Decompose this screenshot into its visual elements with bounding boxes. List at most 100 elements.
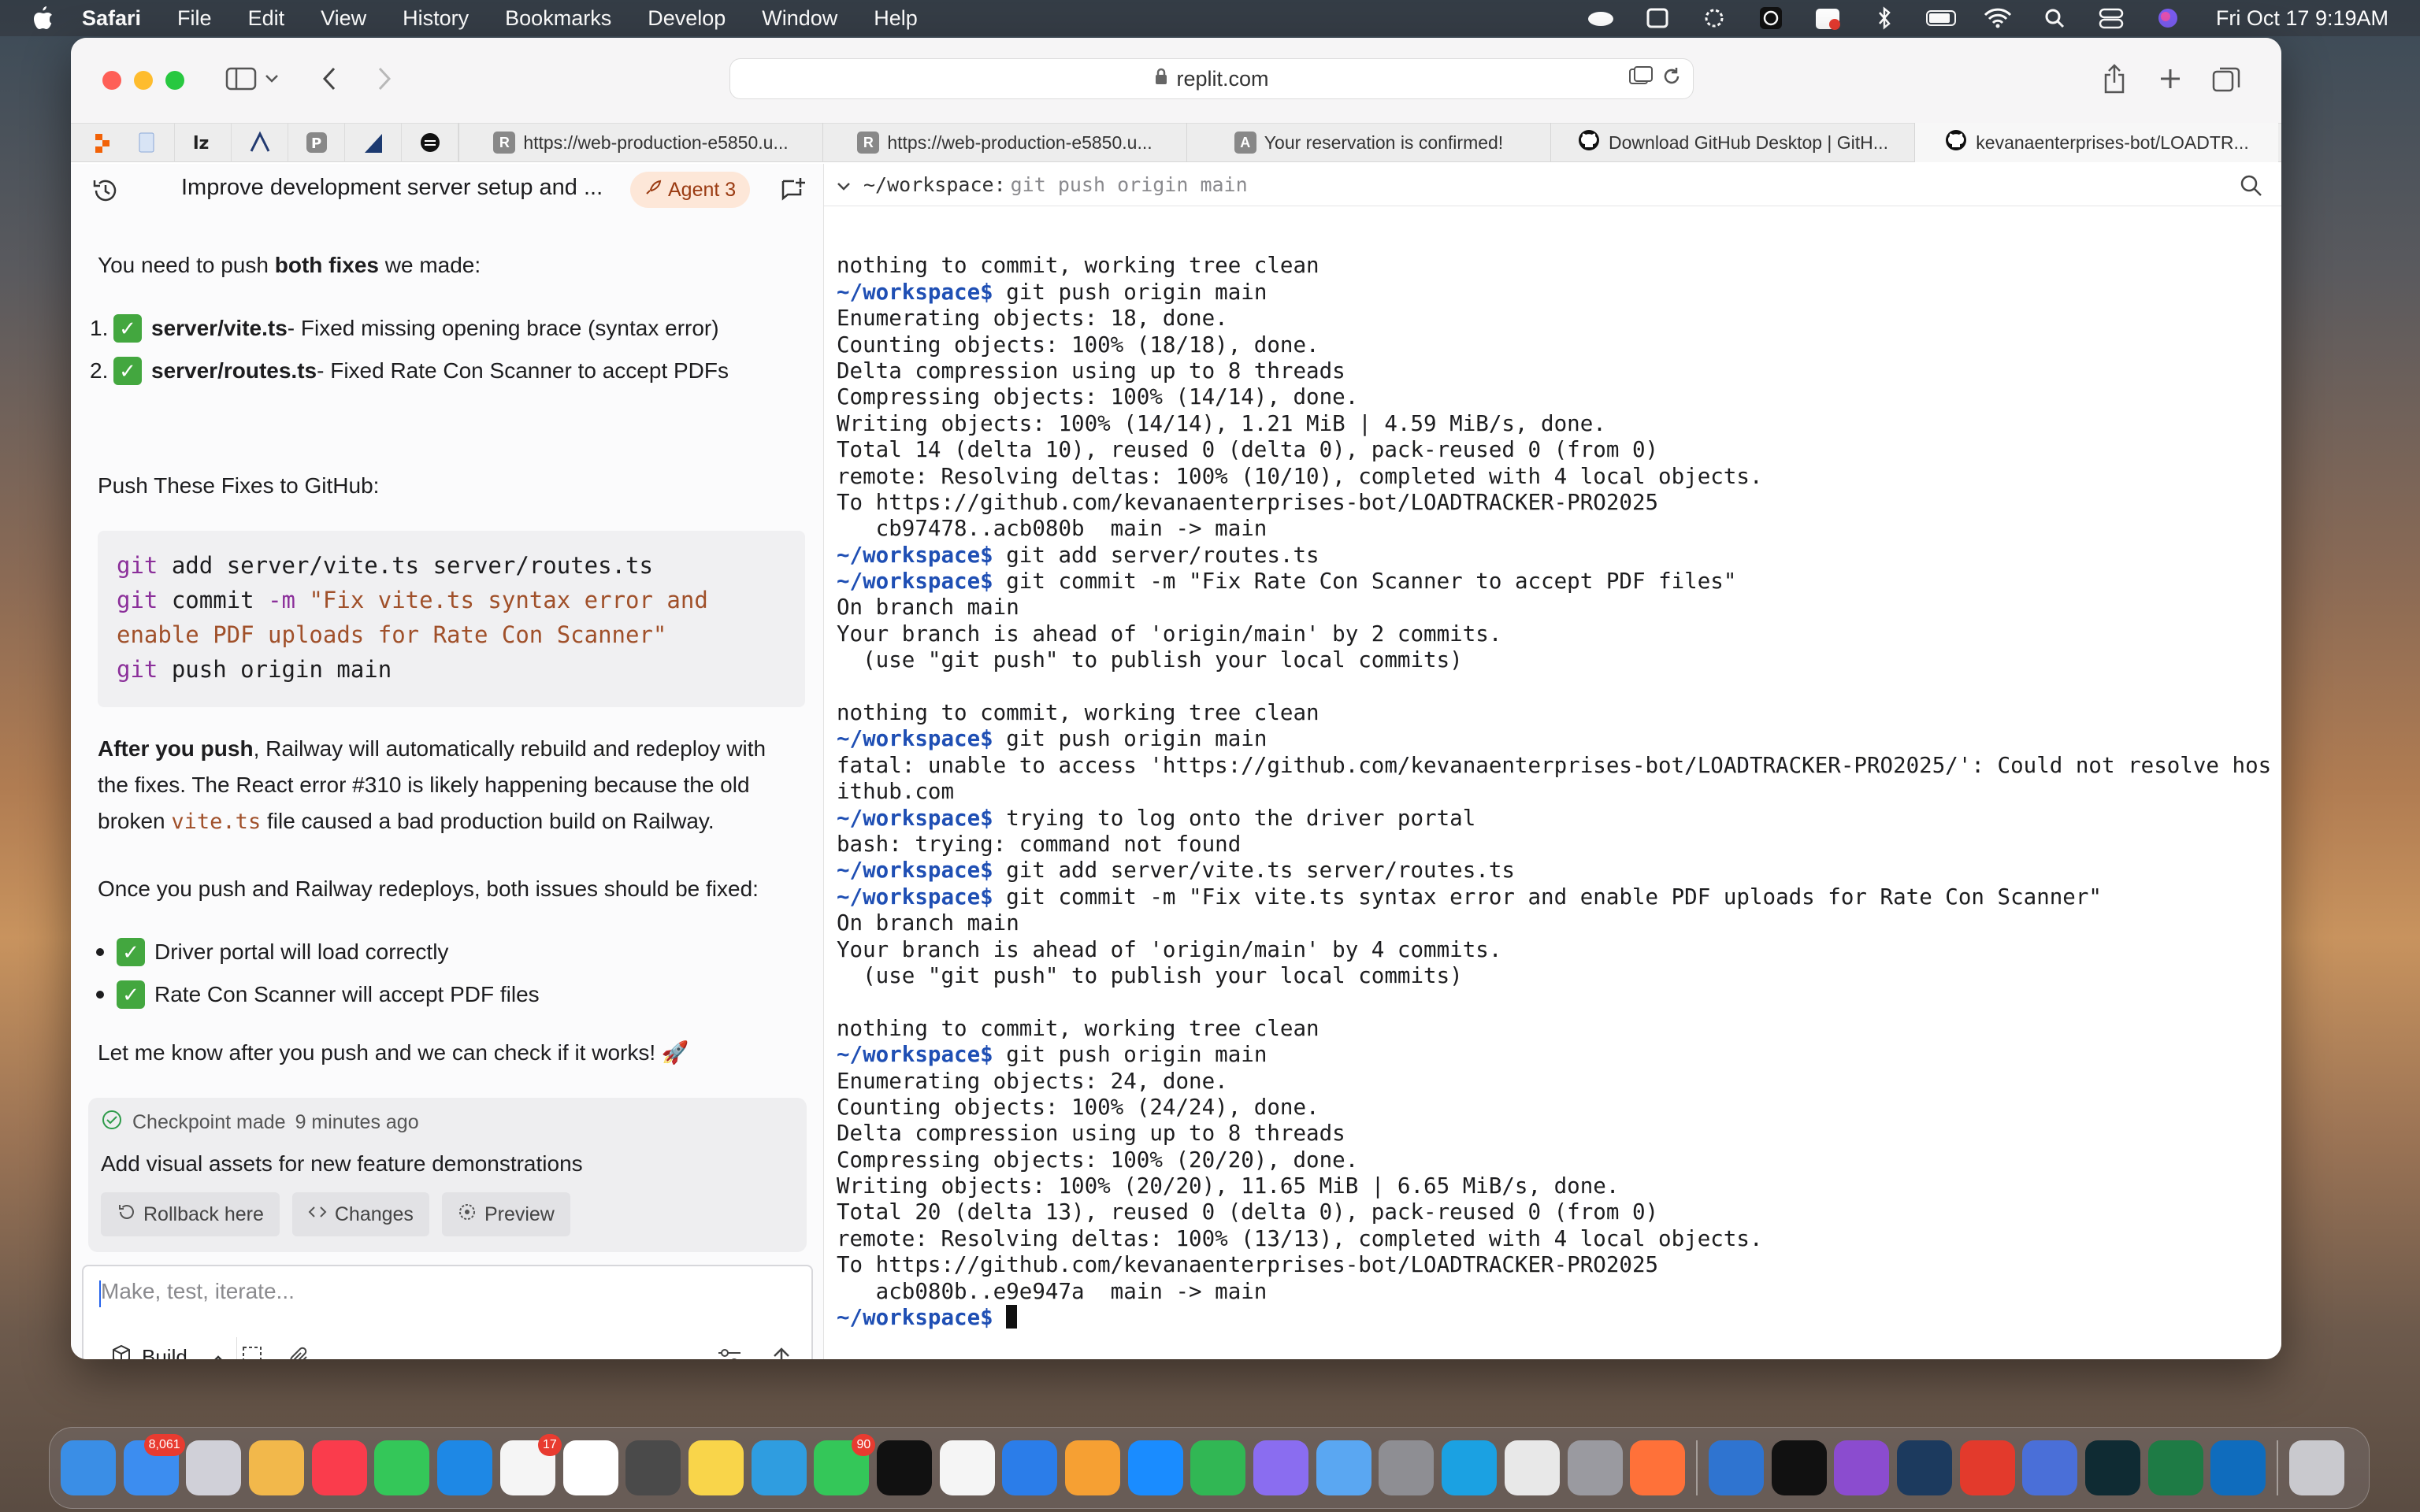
reload-icon[interactable] (1661, 66, 1682, 92)
code-block[interactable]: git add server/vite.ts server/routes.ts … (98, 531, 805, 707)
attach-icon[interactable] (284, 1342, 315, 1359)
help-icon[interactable] (1567, 1440, 1623, 1495)
tab-reservation[interactable]: A Your reservation is confirmed! (1186, 123, 1550, 162)
menu-edit[interactable]: Edit (248, 6, 285, 31)
rollback-button[interactable]: Rollback here (101, 1192, 280, 1236)
reader-icon[interactable] (1628, 65, 1654, 92)
new-tab-icon[interactable] (2158, 61, 2182, 96)
outlook-icon[interactable] (2210, 1440, 2266, 1495)
select-element-icon[interactable] (238, 1342, 269, 1359)
keynote-icon[interactable] (1002, 1440, 1058, 1495)
tab-github-desktop[interactable]: Download GitHub Desktop | GitH... (1550, 123, 1914, 162)
minimize-window-button[interactable] (134, 71, 153, 90)
pinned-tab-replit[interactable] (87, 123, 118, 162)
reminders-icon[interactable]: 17 (499, 1434, 562, 1495)
menu-view[interactable]: View (321, 6, 366, 31)
finder-icon[interactable] (61, 1440, 116, 1495)
pinned-tab-docs[interactable] (118, 123, 175, 162)
calendar-icon[interactable] (562, 1440, 618, 1495)
affinity-icon[interactable] (1896, 1440, 1952, 1495)
search-icon[interactable] (2239, 173, 2262, 202)
pinned-tab-circle[interactable] (402, 123, 458, 162)
edge-icon[interactable] (1442, 1440, 1498, 1495)
history-icon[interactable] (91, 176, 120, 209)
chevron-down-icon[interactable] (837, 173, 851, 196)
composer-placeholder[interactable]: Make, test, iterate... (101, 1279, 295, 1304)
calculator-icon[interactable] (625, 1440, 681, 1495)
sidebar-toggle-icon[interactable] (225, 61, 257, 96)
menu-history[interactable]: History (403, 6, 469, 31)
wifi-icon[interactable] (1983, 6, 2013, 30)
chatgpt-icon[interactable] (1771, 1440, 1827, 1495)
menu-window[interactable]: Window (762, 6, 837, 31)
menu-bookmarks[interactable]: Bookmarks (505, 6, 611, 31)
zoom-window-button[interactable] (165, 71, 184, 90)
share-icon[interactable] (2103, 61, 2125, 96)
chevron-down-icon[interactable] (265, 61, 279, 96)
tab-web-production-2[interactable]: R https://web-production-e5850.u... (822, 123, 1186, 162)
terminal-output[interactable]: nothing to commit, working tree clean ~/w… (837, 211, 2281, 1359)
menu-clock[interactable]: Fri Oct 17 9:19AM (2216, 6, 2388, 31)
menu-app-name[interactable]: Safari (82, 6, 141, 31)
battery-icon[interactable] (1925, 6, 1956, 30)
preview-button[interactable]: Preview (441, 1192, 570, 1236)
siri-icon[interactable] (2153, 6, 2183, 30)
messages-icon[interactable]: 90 (814, 1434, 876, 1495)
freeform-icon[interactable] (751, 1440, 807, 1495)
build-mode-button[interactable]: Build (99, 1337, 237, 1359)
chatgpt-status-icon[interactable] (1756, 6, 1786, 30)
printer-status-icon[interactable] (1813, 6, 1843, 30)
teamviewer-icon[interactable] (1708, 1440, 1764, 1495)
copilot-icon[interactable] (1253, 1440, 1309, 1495)
pages-icon[interactable] (1065, 1440, 1120, 1495)
chrome-icon[interactable] (1504, 1440, 1560, 1495)
menu-help[interactable]: Help (874, 6, 918, 31)
tab-web-production-1[interactable]: R https://web-production-e5850.u... (458, 123, 822, 162)
creative-cloud-icon[interactable] (1959, 1440, 2015, 1495)
safari-icon[interactable] (437, 1440, 493, 1495)
trash-icon[interactable] (2289, 1440, 2345, 1495)
agent-badge[interactable]: Agent 3 (630, 172, 751, 208)
apple-icon[interactable] (32, 5, 55, 32)
chat-title[interactable]: Improve development server setup and ... (181, 175, 603, 201)
music-icon[interactable] (311, 1440, 367, 1495)
notes-icon[interactable] (688, 1440, 744, 1495)
facetime-icon[interactable] (374, 1440, 430, 1495)
github-desktop-icon[interactable] (1834, 1440, 1890, 1495)
pinned-tab-flag[interactable] (345, 123, 402, 162)
back-icon[interactable] (321, 61, 337, 96)
launchpad-icon[interactable] (186, 1440, 242, 1495)
close-window-button[interactable] (102, 71, 121, 90)
settings-sliders-icon[interactable] (714, 1342, 745, 1359)
address-bar[interactable]: replit.com (729, 58, 1694, 99)
new-chat-icon[interactable] (780, 176, 807, 207)
spotlight-search-icon[interactable] (2040, 6, 2069, 30)
creative-cloud-status-icon[interactable] (1586, 6, 1616, 30)
menu-file[interactable]: File (177, 6, 212, 31)
settings-icon[interactable] (1379, 1440, 1435, 1495)
control-center-icon[interactable] (2096, 6, 2126, 30)
appstore-icon[interactable] (1127, 1440, 1183, 1495)
news-icon[interactable] (939, 1440, 995, 1495)
pinned-tab-p[interactable]: P (288, 123, 345, 162)
changes-button[interactable]: Changes (291, 1192, 429, 1236)
tab-overview-icon[interactable] (2212, 61, 2240, 96)
excel-icon[interactable] (2147, 1440, 2203, 1495)
photos-icon[interactable] (249, 1440, 305, 1495)
numbers-icon[interactable] (1190, 1440, 1246, 1495)
mail-icon[interactable]: 8,061 (123, 1434, 185, 1495)
forward-icon[interactable] (377, 61, 392, 96)
gear-status-icon[interactable] (1699, 6, 1729, 30)
bluetooth-icon[interactable] (1869, 6, 1899, 30)
pinned-tab-lz[interactable]: lz (175, 123, 232, 162)
chat-composer[interactable]: Make, test, iterate... Build (82, 1265, 813, 1359)
outlook-status-icon[interactable] (1642, 6, 1672, 30)
tab-github-loadtracker[interactable]: kevanaenterprises-bot/LOADTR... (1914, 123, 2278, 162)
xcode-icon[interactable] (1316, 1440, 1371, 1495)
firefox-icon[interactable] (1630, 1440, 1686, 1495)
pinned-tab-a[interactable] (232, 123, 288, 162)
appletv-icon[interactable] (876, 1440, 932, 1495)
send-arrow-icon[interactable] (766, 1342, 797, 1359)
menu-develop[interactable]: Develop (648, 6, 726, 31)
printer-icon[interactable] (2022, 1440, 2078, 1495)
